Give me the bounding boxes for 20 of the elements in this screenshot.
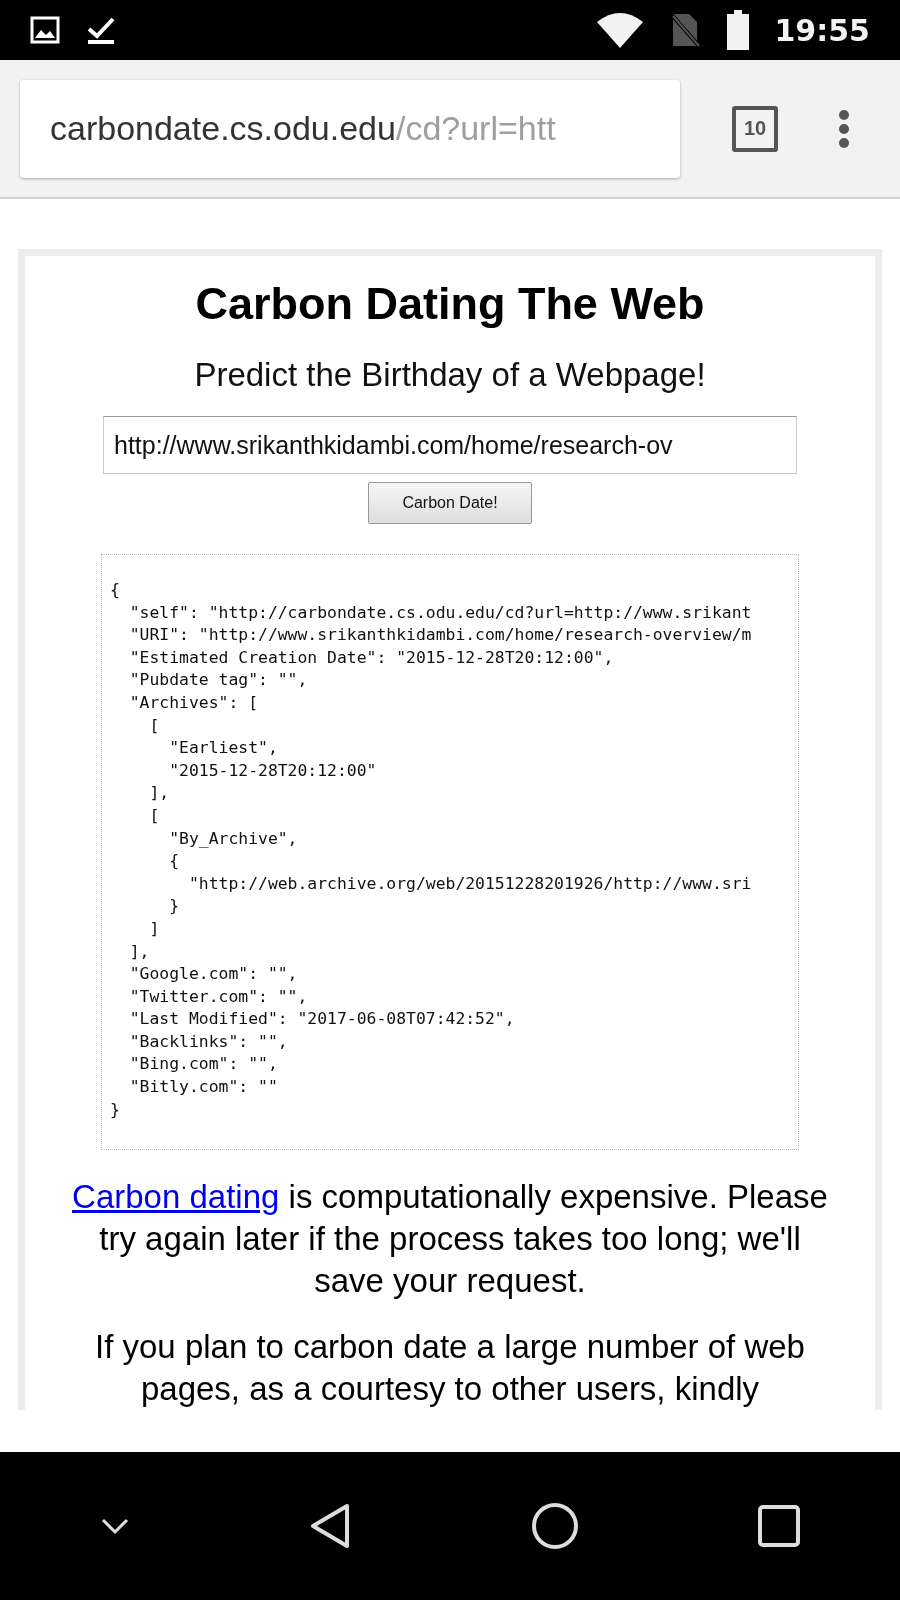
back-icon[interactable] xyxy=(309,1502,352,1550)
home-icon[interactable] xyxy=(530,1502,579,1550)
tab-switcher-button[interactable]: 10 xyxy=(732,105,778,152)
carbon-dating-link[interactable]: Carbon dating xyxy=(72,1178,280,1216)
page-subtitle: Predict the Birthday of a Webpage! xyxy=(194,356,706,394)
clock-time: 19:55 xyxy=(774,12,870,48)
address-bar[interactable]: carbondate.cs.odu.edu/cd?url=htt xyxy=(20,79,680,178)
chevron-down-icon[interactable] xyxy=(99,1517,130,1535)
notice-paragraph: Carbon dating is computationally expensive. Please try again later if the process takes too long; we'll save your request. xyxy=(71,1177,829,1302)
battery-icon xyxy=(726,10,749,50)
courtesy-paragraph: If you plan to carbon date a large number of web pages, as a courtesy to other users, kindly xyxy=(94,1327,806,1410)
recents-icon[interactable] xyxy=(758,1505,801,1547)
url-input-field[interactable]: http://www.srikanthkidambi.com/home/research-ov xyxy=(103,416,797,474)
json-result: { "self": "http://carbondate.cs.odu.edu/cd?url=http://www.srikant "URI": "http://www.srikanthkidambi.com/home/research-overview/m "Estimated Creation Date": "2015-12-28T20:12:00", "Pubdate tag": "", "Archives": [ [ "Earliest", "2015-12-28T20:12:00" ], [ "By_Archive", { "http://web.archive.org/web/20151228201926/http://www.sri } ] ], "Google.com": "", "Twitter.com": "", "Last Modified": "2017-06-08T07:42:52", "Backlinks": "", "Bing.com": "", "Bitly.com": "" } xyxy=(101,554,799,1151)
image-icon xyxy=(30,16,60,44)
download-done-icon xyxy=(86,15,116,45)
page-title: Carbon Dating The Web xyxy=(195,278,705,330)
wifi-icon xyxy=(596,12,643,48)
carbon-date-button[interactable]: Carbon Date! xyxy=(368,482,532,524)
menu-icon[interactable] xyxy=(838,108,850,149)
